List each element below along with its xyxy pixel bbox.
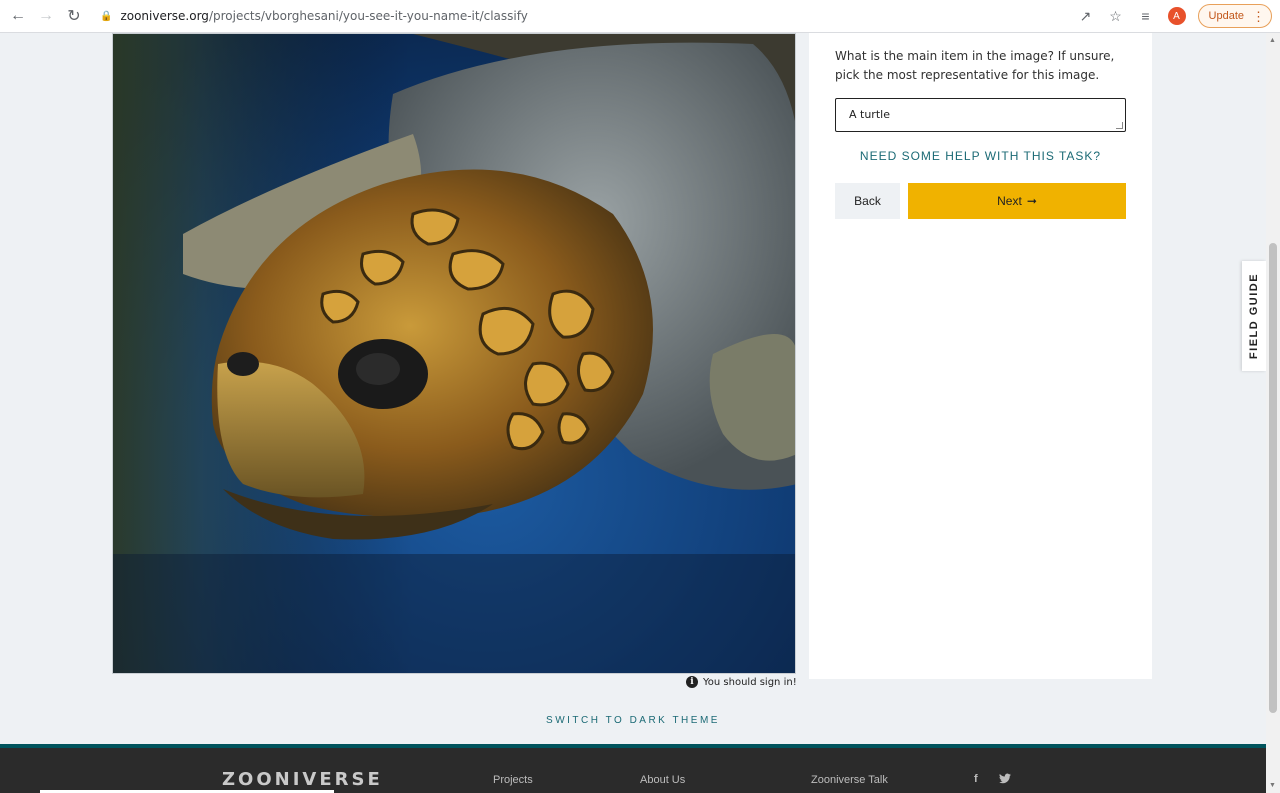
scrollbar-thumb[interactable]	[1269, 243, 1277, 713]
footer-link-projects[interactable]: Projects	[493, 774, 533, 786]
task-question: What is the main item in the image? If u…	[835, 49, 1115, 82]
facebook-icon[interactable]: f	[974, 773, 978, 785]
answer-value: A turtle	[849, 108, 890, 121]
profile-avatar[interactable]: A	[1167, 7, 1186, 25]
next-button-label: Next	[997, 194, 1022, 208]
browser-toolbar: ← → ↻ 🔒 zooniverse.org/projects/vborghes…	[0, 0, 1280, 33]
update-label: Update	[1208, 10, 1244, 22]
footer-link-talk[interactable]: Zooniverse Talk	[811, 774, 888, 786]
zooniverse-logo[interactable]: ZOONIVERSE	[222, 769, 383, 790]
site-footer: ZOONIVERSE Projects About Us Zooniverse …	[0, 748, 1266, 793]
field-guide-label: FIELD GUIDE	[1248, 272, 1261, 360]
scroll-up-icon[interactable]: ▲	[1269, 37, 1276, 44]
browser-forward-icon[interactable]: →	[32, 2, 60, 30]
subject-image[interactable]	[112, 33, 796, 674]
task-panel: What is the main item in the image? If u…	[809, 33, 1152, 679]
reading-list-icon[interactable]: ≡	[1134, 4, 1158, 28]
browser-back-icon[interactable]: ←	[4, 2, 32, 30]
footer-link-about[interactable]: About Us	[640, 774, 685, 786]
info-icon: i	[686, 676, 698, 688]
url-path: /projects/vborghesani/you-see-it-you-nam…	[208, 9, 528, 23]
reload-icon[interactable]: ↻	[60, 2, 88, 30]
arrow-right-icon: ➞	[1026, 194, 1037, 208]
lock-icon: 🔒	[100, 10, 113, 22]
answer-text-input[interactable]: A turtle	[835, 98, 1126, 132]
bookmark-star-icon[interactable]: ☆	[1104, 4, 1128, 28]
browser-update-button[interactable]: Update ⋮	[1197, 4, 1272, 28]
twitter-icon[interactable]	[999, 773, 1011, 787]
resize-handle-icon[interactable]	[1116, 122, 1123, 129]
field-guide-tab[interactable]: FIELD GUIDE	[1242, 261, 1266, 371]
sign-in-notice-text: You should sign in!	[703, 676, 797, 688]
address-bar[interactable]: 🔒 zooniverse.org/projects/vborghesani/yo…	[98, 0, 1074, 33]
page-scrollbar[interactable]: ▲ ▼	[1266, 33, 1280, 793]
back-button[interactable]: Back	[835, 183, 900, 219]
sign-in-notice: i You should sign in!	[686, 676, 797, 688]
task-help-link[interactable]: NEED SOME HELP WITH THIS TASK?	[835, 149, 1126, 163]
more-options-icon: ⋮	[1252, 8, 1265, 24]
url-host: zooniverse.org	[120, 9, 209, 23]
share-icon[interactable]: ↗	[1074, 4, 1098, 28]
scroll-down-icon[interactable]: ▼	[1269, 782, 1276, 789]
switch-theme-link[interactable]: SWITCH TO DARK THEME	[0, 715, 1266, 726]
next-button[interactable]: Next ➞	[908, 183, 1126, 219]
